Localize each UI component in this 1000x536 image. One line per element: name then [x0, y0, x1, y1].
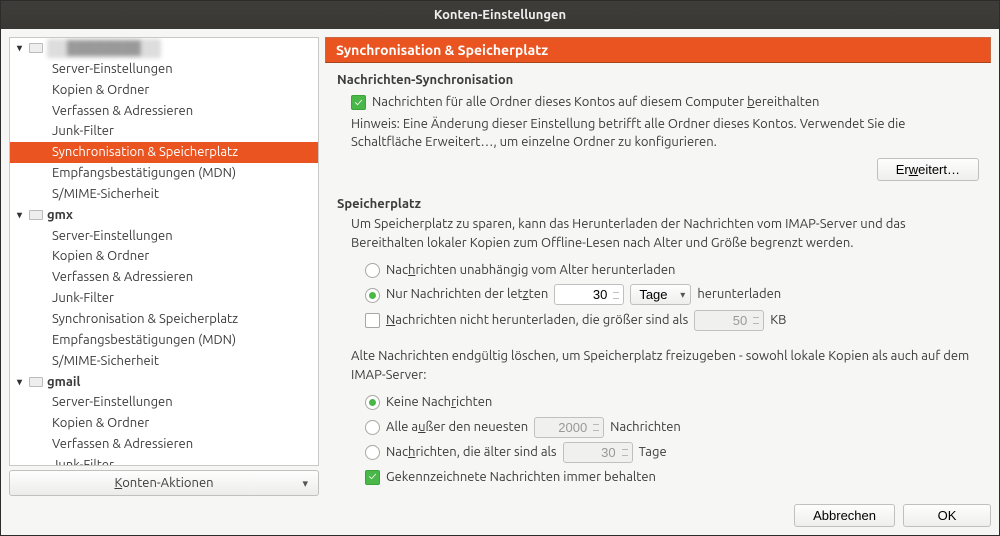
- sidebar: ▾████████Server-EinstellungenKopien & Or…: [9, 37, 319, 496]
- account-actions-dropdown[interactable]: Konten-Aktionen ▾: [9, 470, 319, 496]
- size-limit-value: [694, 310, 764, 331]
- keep-local-checkbox[interactable]: ✓: [351, 95, 366, 110]
- radio-purge-older-label: Nachrichten, die älter sind als: [386, 443, 557, 463]
- mail-icon: [29, 377, 43, 387]
- expander-icon[interactable]: ▾: [14, 208, 25, 223]
- account-child-row[interactable]: Synchronisation & Speicherplatz: [10, 309, 318, 330]
- radio-purge-none-label: Keine Nachrichten: [386, 393, 492, 413]
- radio-download-last[interactable]: [365, 288, 380, 303]
- account-name: ████████: [47, 39, 161, 58]
- radio-download-all[interactable]: [365, 263, 380, 278]
- radio-purge-except-label: Alle außer den neuesten: [386, 418, 528, 438]
- content: ▾████████Server-EinstellungenKopien & Or…: [1, 29, 999, 535]
- keep-local-label: Nachrichten für alle Ordner dieses Konto…: [372, 93, 819, 113]
- dialog-footer: Abbrechen OK: [9, 496, 991, 527]
- panel-body: Nachrichten-Synchronisation ✓ Nachrichte…: [325, 63, 991, 496]
- section-sync: ✓ Nachrichten für alle Ordner dieses Kon…: [337, 91, 979, 181]
- account-actions-label: Konten-Aktionen: [114, 476, 213, 490]
- advanced-button[interactable]: Erweitert…: [877, 158, 979, 181]
- size-limit-checkbox[interactable]: [365, 313, 380, 328]
- expander-icon[interactable]: ▾: [14, 375, 25, 390]
- section-disk: Um Speicherplatz zu sparen, kann das Her…: [337, 215, 979, 489]
- account-child-row[interactable]: Verfassen & Adressieren: [10, 101, 318, 122]
- account-child-row[interactable]: Junk-Filter: [10, 288, 318, 309]
- download-last-value[interactable]: [554, 284, 624, 305]
- account-tree[interactable]: ▾████████Server-EinstellungenKopien & Or…: [9, 37, 319, 466]
- disk-intro: Um Speicherplatz zu sparen, kann das Her…: [351, 215, 979, 253]
- purge-except-value: [534, 417, 604, 438]
- account-child-row[interactable]: Kopien & Ordner: [10, 413, 318, 434]
- window-titlebar: Konten-Einstellungen: [1, 1, 999, 29]
- main-panel: Synchronisation & Speicherplatz Nachrich…: [325, 37, 991, 496]
- account-child-row[interactable]: Junk-Filter: [10, 455, 318, 466]
- expander-icon[interactable]: ▾: [14, 41, 25, 56]
- account-child-row[interactable]: Server-Einstellungen: [10, 392, 318, 413]
- radio-download-last-label: Nur Nachrichten der letzten: [386, 285, 548, 305]
- download-last-unit[interactable]: Tage: [630, 284, 691, 305]
- account-child-row[interactable]: Server-Einstellungen: [10, 226, 318, 247]
- radio-purge-except[interactable]: [365, 420, 380, 435]
- size-limit-label: Nachrichten nicht herunterladen, die grö…: [386, 311, 688, 331]
- account-child-row[interactable]: Server-Einstellungen: [10, 59, 318, 80]
- account-row[interactable]: ▾ gmail: [10, 372, 318, 393]
- sync-hint: Hinweis: Eine Änderung dieser Einstellun…: [351, 115, 979, 153]
- account-name: gmail: [47, 373, 80, 392]
- account-child-row[interactable]: S/MIME-Sicherheit: [10, 351, 318, 372]
- account-child-row[interactable]: Junk-Filter: [10, 121, 318, 142]
- cancel-button[interactable]: Abbrechen: [794, 504, 895, 527]
- purge-older-value: [563, 442, 633, 463]
- account-child-row[interactable]: Empfangsbestätigungen (MDN): [10, 163, 318, 184]
- account-child-row[interactable]: Verfassen & Adressieren: [10, 267, 318, 288]
- keep-flagged-label: Gekennzeichnete Nachrichten immer behalt…: [386, 468, 656, 488]
- radio-purge-none[interactable]: [365, 395, 380, 410]
- keep-flagged-checkbox[interactable]: ✓: [365, 470, 380, 485]
- ok-button[interactable]: OK: [903, 504, 991, 527]
- purge-except-suffix: Nachrichten: [610, 418, 681, 438]
- mail-icon: [29, 210, 43, 220]
- window-title: Konten-Einstellungen: [434, 8, 566, 22]
- account-child-row[interactable]: Verfassen & Adressieren: [10, 434, 318, 455]
- account-row[interactable]: ▾ ████████: [10, 38, 318, 59]
- radio-purge-older[interactable]: [365, 445, 380, 460]
- account-row[interactable]: ▾ gmx: [10, 205, 318, 226]
- main-area: ▾████████Server-EinstellungenKopien & Or…: [9, 37, 991, 496]
- section-disk-heading: Speicherplatz: [337, 197, 979, 211]
- account-name: gmx: [47, 206, 73, 225]
- size-limit-unit: KB: [770, 311, 786, 331]
- account-child-row[interactable]: Kopien & Ordner: [10, 80, 318, 101]
- panel-title: Synchronisation & Speicherplatz: [325, 37, 991, 63]
- purge-intro: Alte Nachrichten endgültig löschen, um S…: [351, 347, 979, 385]
- account-child-row[interactable]: Empfangsbestätigungen (MDN): [10, 330, 318, 351]
- mail-icon: [29, 43, 43, 53]
- chevron-down-icon: ▾: [302, 477, 308, 490]
- section-sync-heading: Nachrichten-Synchronisation: [337, 73, 979, 87]
- account-child-row[interactable]: Synchronisation & Speicherplatz: [10, 142, 318, 163]
- download-last-suffix: herunterladen: [697, 285, 781, 305]
- purge-older-suffix: Tage: [639, 443, 667, 463]
- account-child-row[interactable]: S/MIME-Sicherheit: [10, 184, 318, 205]
- account-child-row[interactable]: Kopien & Ordner: [10, 246, 318, 267]
- radio-download-all-label: Nachrichten unabhängig vom Alter herunte…: [386, 261, 675, 281]
